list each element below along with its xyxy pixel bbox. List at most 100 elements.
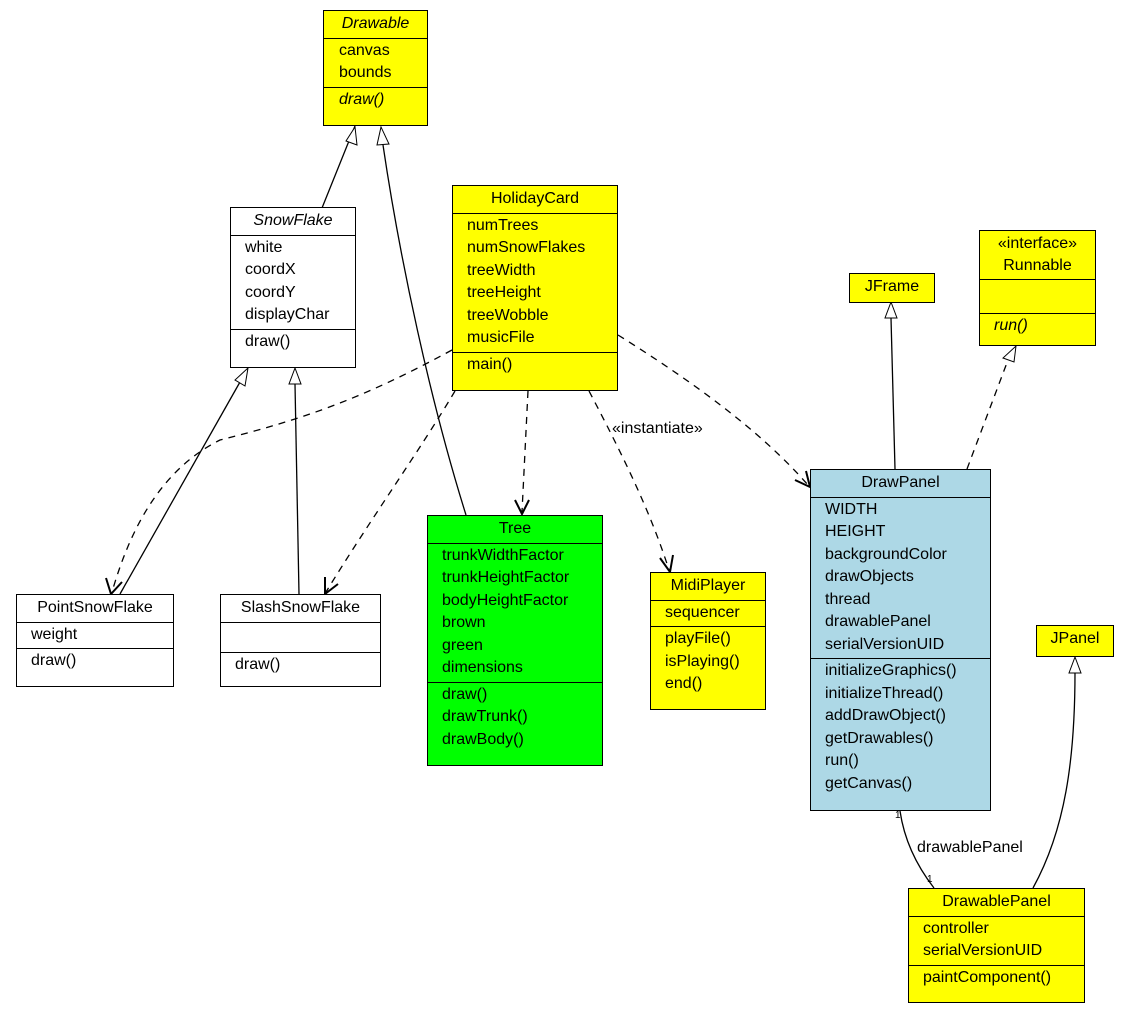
operation: addDrawObject() xyxy=(825,707,946,724)
class-holidaycard[interactable]: HolidayCard numTrees numSnowFlakes treeW… xyxy=(452,185,618,391)
attribute: musicFile xyxy=(467,329,535,346)
attribute: brown xyxy=(442,614,486,631)
attribute: numSnowFlakes xyxy=(467,239,586,256)
operations-section: run() xyxy=(980,314,1095,340)
attribute: trunkHeightFactor xyxy=(442,569,570,586)
operation: initializeThread() xyxy=(825,684,944,702)
attribute: dimensions xyxy=(442,659,523,676)
class-name: HolidayCard xyxy=(453,186,617,214)
class-name: DrawPanel xyxy=(811,470,990,498)
attribute: thread xyxy=(825,590,871,608)
class-drawable[interactable]: Drawable canvas bounds draw() xyxy=(323,10,428,126)
edge-holidaycard-to-pointsnowflake xyxy=(111,349,453,593)
attribute: drawablePanel xyxy=(825,613,931,630)
edge-holidaycard-to-drawpanel xyxy=(617,334,809,486)
attribute: backgroundColor xyxy=(825,545,947,563)
class-name: PointSnowFlake xyxy=(17,595,173,623)
attribute: canvas xyxy=(339,41,390,59)
class-slashsnowflake[interactable]: SlashSnowFlake draw() xyxy=(220,594,381,687)
attribute: WIDTH xyxy=(825,500,878,518)
class-name: Drawable xyxy=(324,11,427,39)
attribute: controller xyxy=(923,919,989,937)
attribute: serialVersionUID xyxy=(825,635,945,653)
attributes-section: weight xyxy=(17,623,173,649)
attributes-section xyxy=(221,623,380,653)
operation: run() xyxy=(994,317,1028,334)
attribute: serialVersionUID xyxy=(923,942,1043,959)
multiplicity-label: 1 xyxy=(927,874,933,885)
operations-section: initializeGraphics() initializeThread() … xyxy=(811,659,990,797)
edge-drawpanel-to-runnable xyxy=(966,359,1009,470)
edge-pointsnowflake-to-snowflake xyxy=(119,381,241,595)
class-name: DrawablePanel xyxy=(909,889,1084,917)
operations-section: main() xyxy=(453,353,617,379)
class-pointsnowflake[interactable]: PointSnowFlake weight draw() xyxy=(16,594,174,687)
attributes-section: sequencer xyxy=(651,601,765,627)
dependency-arrowhead-icon xyxy=(659,554,674,575)
multiplicity-label: 1 xyxy=(895,810,901,821)
operations-section: draw() xyxy=(231,330,355,356)
attribute: sequencer xyxy=(665,603,740,621)
association-role-label: drawablePanel xyxy=(917,839,1023,856)
operations-section: draw() drawTrunk() drawBody() xyxy=(428,683,602,754)
dependency-arrowhead-icon xyxy=(514,499,530,517)
operation: getCanvas() xyxy=(825,774,913,792)
attributes-section: WIDTH HEIGHT backgroundColor drawObjects… xyxy=(811,498,990,659)
class-runnable[interactable]: «interface» Runnable run() xyxy=(979,230,1096,346)
generalization-arrowhead-icon xyxy=(376,125,390,146)
operation: paintComponent() xyxy=(923,968,1052,986)
operations-section: draw() xyxy=(324,88,427,114)
attributes-section: white coordX coordY displayChar xyxy=(231,236,355,330)
attribute: white xyxy=(245,238,283,256)
class-jpanel[interactable]: JPanel xyxy=(1036,625,1114,657)
operation: draw() xyxy=(31,652,77,669)
realization-arrowhead-icon xyxy=(1002,344,1017,363)
class-name: Tree xyxy=(428,516,602,544)
class-name: JFrame xyxy=(864,278,920,295)
attribute: treeWobble xyxy=(467,306,549,324)
attribute: coordX xyxy=(245,261,296,278)
class-drawpanel[interactable]: DrawPanel WIDTH HEIGHT backgroundColor d… xyxy=(810,469,991,811)
attributes-section: controller serialVersionUID xyxy=(909,917,1084,966)
operation: draw() xyxy=(245,332,291,350)
class-snowflake[interactable]: SnowFlake white coordX coordY displayCha… xyxy=(230,207,356,368)
dependency-arrowhead-icon xyxy=(324,577,339,597)
class-midiplayer[interactable]: MidiPlayer sequencer playFile() isPlayin… xyxy=(650,572,766,710)
class-name: JPanel xyxy=(1050,630,1100,647)
generalization-arrowhead-icon xyxy=(234,366,249,387)
attribute: green xyxy=(442,636,483,654)
operation: drawTrunk() xyxy=(442,708,528,725)
attributes-section: numTrees numSnowFlakes treeWidth treeHei… xyxy=(453,214,617,353)
attributes-section xyxy=(980,280,1095,314)
class-name: Runnable xyxy=(1003,257,1072,274)
class-tree[interactable]: Tree trunkWidthFactor trunkHeightFactor … xyxy=(427,515,603,766)
attribute: bodyHeightFactor xyxy=(442,591,569,609)
attribute: trunkWidthFactor xyxy=(442,546,564,564)
operation: playFile() xyxy=(665,630,731,647)
attributes-section: canvas bounds xyxy=(324,39,427,88)
operation: draw() xyxy=(339,90,385,108)
attribute: treeWidth xyxy=(467,261,536,279)
operations-section: draw() xyxy=(221,653,380,679)
attribute: coordY xyxy=(245,283,296,301)
attribute: displayChar xyxy=(245,306,330,323)
edge-holidaycard-to-tree xyxy=(521,390,529,513)
operation: draw() xyxy=(235,655,281,673)
class-jframe[interactable]: JFrame xyxy=(849,273,935,303)
attribute: treeHeight xyxy=(467,284,541,301)
operations-section: playFile() isPlaying() end() xyxy=(651,627,765,698)
generalization-arrowhead-icon xyxy=(345,125,358,146)
operation: getDrawables() xyxy=(825,729,934,747)
attribute: HEIGHT xyxy=(825,523,886,540)
stereotype-label: «interface» xyxy=(997,235,1078,252)
edge-slashsnowflake-to-snowflake xyxy=(294,383,300,595)
class-name: MidiPlayer xyxy=(651,573,765,601)
operation: main() xyxy=(467,355,513,373)
instantiate-stereotype-label: «instantiate» xyxy=(612,420,703,437)
attribute: numTrees xyxy=(467,216,539,234)
class-name: SnowFlake xyxy=(231,208,355,236)
class-drawablepanel[interactable]: DrawablePanel controller serialVersionUI… xyxy=(908,888,1085,1003)
operation: run() xyxy=(825,752,859,769)
generalization-arrowhead-icon xyxy=(1068,655,1082,674)
generalization-arrowhead-icon xyxy=(288,366,302,385)
